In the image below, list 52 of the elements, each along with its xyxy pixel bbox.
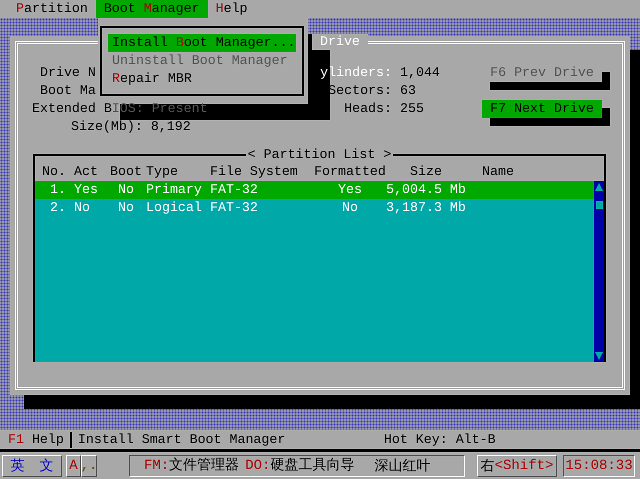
drive-info-label: Heads: bbox=[344, 101, 392, 117]
scrollbar[interactable] bbox=[594, 181, 604, 362]
status-hint: Install Smart Boot Manager bbox=[78, 432, 286, 448]
column-header: Name bbox=[481, 164, 515, 180]
drive-info-label: Extended B bbox=[32, 101, 112, 117]
table-cell: 3,187.3 Mb bbox=[386, 200, 466, 216]
scroll-up-icon[interactable] bbox=[595, 183, 603, 191]
table-cell-text: No bbox=[117, 182, 135, 198]
drive-info-label: Drive N bbox=[40, 65, 96, 81]
table-cell: 5,004.5 Mb bbox=[386, 182, 466, 198]
ime-indicator[interactable]: 英 文 bbox=[2, 454, 62, 476]
menu-item[interactable]: Help bbox=[216, 0, 248, 18]
size-value: 8,192 bbox=[150, 119, 191, 135]
command-shortcut[interactable]: FM:文件管理器 bbox=[144, 457, 240, 474]
drive-info-label: Boot Ma bbox=[40, 83, 96, 99]
table-cell-text: 2. bbox=[49, 200, 67, 216]
column-header: File System bbox=[210, 164, 299, 180]
shift-indicator: 右<Shift> bbox=[477, 454, 557, 476]
drive-info-value: 1,044 bbox=[400, 65, 440, 80]
table-cell-text: Logical bbox=[146, 200, 203, 216]
column-header: Act bbox=[73, 164, 99, 180]
drive-button[interactable]: F7 Next Drive bbox=[482, 100, 602, 118]
scroll-down-icon[interactable] bbox=[595, 352, 603, 360]
menu-option[interactable]: Install Boot Manager... bbox=[108, 34, 296, 52]
column-header: No. bbox=[41, 164, 67, 180]
help-key[interactable]: F1 Help bbox=[8, 432, 64, 448]
table-cell-text: Primary bbox=[146, 182, 203, 198]
clock: 15:08:33 bbox=[563, 454, 635, 476]
column-header: Boot bbox=[109, 164, 143, 180]
hot-key: Hot Key: Alt-B bbox=[384, 432, 496, 448]
table-cell-text: 1. bbox=[49, 182, 67, 198]
column-header: Type bbox=[146, 164, 179, 180]
table-cell-text: No bbox=[117, 200, 135, 216]
table-cell-text: Yes bbox=[73, 182, 99, 198]
scroll-thumb[interactable] bbox=[596, 201, 602, 209]
mode-indicator[interactable]: A bbox=[66, 454, 81, 476]
table-cell-text: Yes bbox=[337, 182, 363, 198]
menu-item[interactable]: Boot Manager bbox=[96, 0, 208, 18]
drive-info-label: Sectors: bbox=[328, 83, 392, 99]
table-cell-text: FAT-32 bbox=[210, 182, 259, 198]
table-cell-text: No bbox=[341, 200, 359, 216]
brand-label: 深山红叶 bbox=[374, 458, 430, 474]
column-header: Formatted bbox=[314, 164, 386, 180]
menu-item[interactable]: Partition bbox=[16, 0, 88, 18]
command-shortcut[interactable]: DO:硬盘工具向导 bbox=[245, 457, 354, 474]
drive-info-value: 63 bbox=[400, 83, 416, 98]
drive-info-label: Size(Mb): bbox=[71, 119, 143, 135]
column-header: Size bbox=[409, 164, 443, 180]
drive-info-value: 255 bbox=[400, 101, 424, 116]
table-cell-text: FAT-32 bbox=[210, 200, 259, 216]
menu-option[interactable]: Repair MBR bbox=[108, 70, 296, 88]
table-cell-text: No bbox=[73, 200, 91, 216]
